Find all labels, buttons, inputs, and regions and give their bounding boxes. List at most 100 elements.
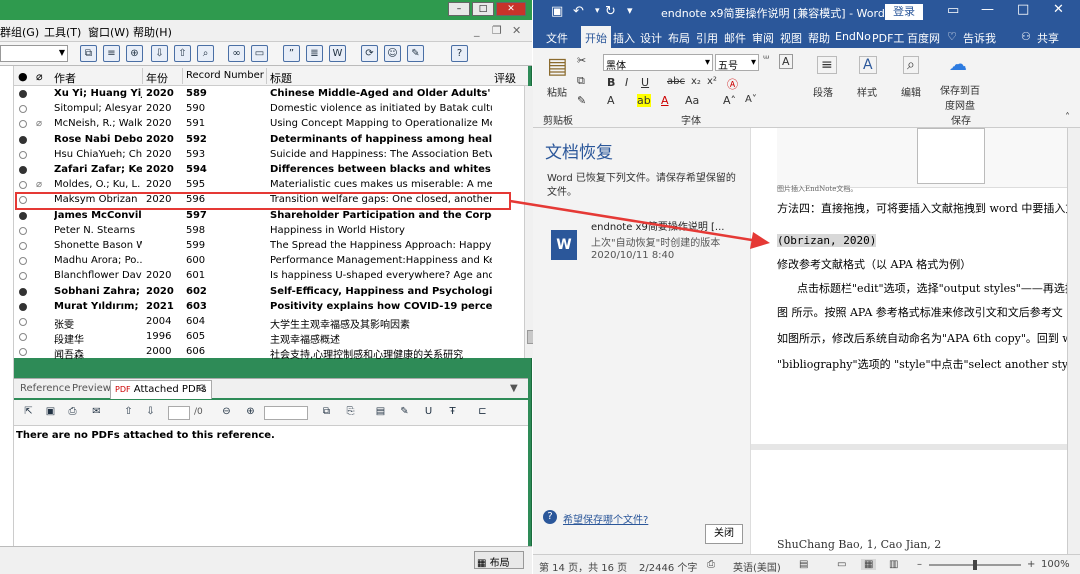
doc-citation[interactable]: (Obrizan, 2020): [777, 234, 877, 247]
table-row[interactable]: Sobhani Zahra; A... 2020 602 Self-Efficacy,…: [14, 285, 514, 300]
recovery-close-button[interactable]: 关闭: [705, 524, 743, 544]
tab-references[interactable]: 引用: [696, 30, 718, 46]
menu-groups[interactable]: 群组(G): [0, 24, 39, 40]
tab-file[interactable]: 文件: [546, 30, 568, 46]
download-icon[interactable]: ⇩: [151, 45, 168, 62]
table-row[interactable]: Shonette Bason W... 599 The Spread the Hap…: [14, 239, 514, 254]
read-dot-icon[interactable]: [19, 257, 27, 266]
menu-minimize-icon[interactable]: _: [474, 24, 480, 37]
menu-window[interactable]: 窗口(W): [88, 24, 129, 40]
zoom-select[interactable]: [264, 406, 308, 420]
share-icon[interactable]: ☺: [384, 45, 401, 62]
collapse-icon[interactable]: ▼: [510, 383, 518, 394]
groups-panel[interactable]: [0, 66, 14, 546]
zoom-slider[interactable]: [929, 560, 1021, 570]
word-maximize-icon[interactable]: □: [1017, 2, 1029, 17]
shrink-font-icon[interactable]: A˅: [745, 94, 757, 105]
tab-insert[interactable]: 插入: [613, 30, 635, 46]
grow-font-icon[interactable]: A˄: [723, 94, 736, 107]
page-input[interactable]: [168, 406, 190, 420]
paste-icon[interactable]: ▤: [547, 54, 568, 79]
unread-dot-icon[interactable]: [19, 211, 27, 220]
col-author[interactable]: 作者: [54, 70, 76, 86]
paste-pdf-icon[interactable]: ⎘: [342, 404, 359, 421]
recovered-file-item[interactable]: W endnote x9简要操作说明 [... 上次"自动恢复"时创建的版本 2…: [533, 212, 750, 272]
menu-restore-icon[interactable]: ❐: [492, 24, 502, 37]
char-border-icon[interactable]: A: [779, 54, 793, 69]
close-button[interactable]: ✕: [496, 2, 526, 16]
read-dot-icon[interactable]: [19, 272, 27, 281]
undo-icon[interactable]: ↶: [573, 4, 584, 19]
col-divider[interactable]: [142, 68, 143, 84]
unread-dot-icon[interactable]: [19, 135, 27, 144]
strike-icon[interactable]: abc: [667, 76, 685, 87]
status-page[interactable]: 第 14 页，共 16 页: [539, 559, 627, 574]
font-color-icon[interactable]: A: [661, 94, 669, 107]
copy-pdf-icon[interactable]: ⧉: [318, 404, 335, 421]
web-layout-icon[interactable]: ▥: [889, 559, 898, 570]
word-close-icon[interactable]: ✕: [1053, 2, 1064, 17]
col-rating[interactable]: 评级: [494, 70, 516, 86]
save-baidu-button[interactable]: 保存到百度网盘: [937, 82, 983, 112]
tab-design[interactable]: 设计: [640, 30, 662, 46]
copy-icon-word[interactable]: ⧉: [577, 74, 585, 88]
lightbulb-icon[interactable]: ♡: [947, 30, 957, 43]
tab-baidu[interactable]: 百度网: [907, 30, 940, 46]
track-icon[interactable]: ▤: [799, 559, 808, 570]
paste-label[interactable]: 粘贴: [547, 84, 567, 99]
highlight-icon[interactable]: ✎: [396, 404, 413, 421]
read-mode-icon[interactable]: ▭: [837, 559, 846, 570]
find-text-icon[interactable]: ⌕: [197, 45, 214, 62]
unread-dot-icon[interactable]: [19, 166, 27, 174]
online-search-icon[interactable]: ⊕: [126, 45, 143, 62]
save-pdf-icon[interactable]: ▣: [42, 404, 59, 421]
col-divider[interactable]: [182, 68, 183, 84]
col-title[interactable]: 标题: [270, 70, 292, 86]
minimize-button[interactable]: –: [448, 2, 470, 16]
clear-format-icon[interactable]: Ⓐ: [727, 76, 738, 92]
copy-icon[interactable]: ⧉: [80, 45, 97, 62]
print-layout-icon[interactable]: ▦: [861, 559, 877, 570]
wen-icon[interactable]: ᵚ: [763, 54, 769, 65]
zoom-out-button[interactable]: –: [917, 559, 922, 570]
share-button[interactable]: 共享: [1037, 30, 1059, 46]
read-dot-icon[interactable]: [19, 120, 27, 129]
col-record-number[interactable]: Record Number: [186, 70, 264, 81]
paperclip-icon[interactable]: ⌀: [36, 118, 42, 129]
status-language[interactable]: 英语(美国): [733, 559, 781, 574]
sync-icon[interactable]: ⟳: [361, 45, 378, 62]
baidu-cloud-icon[interactable]: ☁: [949, 54, 967, 75]
menu-close-icon[interactable]: ✕: [512, 24, 521, 37]
zoom-level[interactable]: 100%: [1041, 559, 1070, 570]
subscript-icon[interactable]: x₂: [691, 76, 701, 87]
table-row[interactable]: Hsu ChiaYueh; Ch... 2020 593 Suicide and Ha…: [14, 148, 514, 163]
bold-icon[interactable]: B: [607, 76, 615, 89]
tab-attached-pdfs[interactable]: PDF Attached PDFs: [110, 380, 212, 399]
tab-view[interactable]: 视图: [780, 30, 802, 46]
table-row[interactable]: Maksym Obrizan 2020 596 Transition welfare …: [14, 193, 514, 209]
styles-icon[interactable]: A: [859, 56, 877, 74]
underline-icon[interactable]: U: [420, 404, 437, 421]
prev-page-icon[interactable]: ⇧: [120, 404, 137, 421]
menu-help[interactable]: 帮助(H): [133, 24, 172, 40]
table-row[interactable]: ⌀ McNeish, R.; Walk... 2020 591 Using Concep…: [14, 117, 514, 132]
maximize-button[interactable]: □: [472, 2, 494, 16]
unread-dot-icon[interactable]: [19, 287, 27, 296]
paragraph-icon[interactable]: ≡: [817, 56, 837, 74]
zoom-out-icon[interactable]: ⊖: [218, 404, 235, 421]
folder-icon[interactable]: ▭: [251, 45, 268, 62]
insert-citation-icon[interactable]: ”: [283, 45, 300, 62]
read-dot-icon[interactable]: [19, 333, 27, 342]
zoom-in-icon[interactable]: ⊕: [242, 404, 259, 421]
redo-icon[interactable]: ↻: [605, 4, 616, 19]
table-row[interactable]: ⌀ Moldes, O.; Ku, L. S. 2020 595 Materialist…: [14, 178, 514, 193]
read-dot-icon[interactable]: [19, 105, 27, 114]
unread-dot-icon[interactable]: [19, 90, 27, 98]
open-pdf-icon[interactable]: ⇱: [20, 404, 37, 421]
attach-icon[interactable]: ⌀: [198, 380, 206, 395]
zoom-in-button[interactable]: +: [1027, 559, 1035, 570]
table-row[interactable]: Madhu Arora; Po... 600 Performance Managem…: [14, 254, 514, 269]
read-dot-icon[interactable]: [19, 196, 27, 205]
text-effect-icon[interactable]: A: [607, 94, 615, 107]
tell-me[interactable]: 告诉我: [963, 30, 996, 46]
